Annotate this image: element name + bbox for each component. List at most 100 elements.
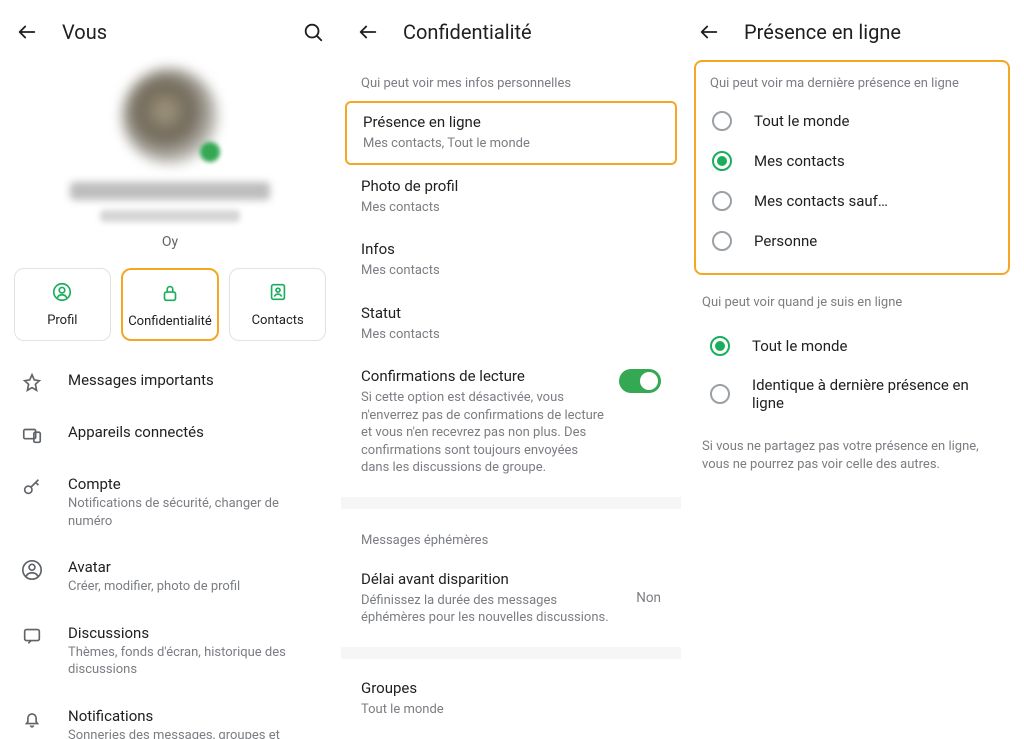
tab-label: Profil — [47, 313, 77, 328]
setting-sub: Mes contacts — [361, 199, 661, 217]
setting-title: Présence en ligne — [363, 113, 659, 131]
back-icon[interactable] — [357, 21, 379, 43]
radio-label: Identique à dernière présence en ligne — [752, 376, 994, 412]
app-bar-privacy: Confidentialité — [341, 0, 681, 60]
panel-privacy: Confidentialité Qui peut voir mes infos … — [341, 0, 682, 739]
setting-sub: Mes contacts, Tout le monde — [363, 135, 659, 153]
setting-status[interactable]: Statut Mes contacts — [341, 292, 681, 356]
radio-my-contacts-except[interactable]: Mes contacts sauf… — [702, 181, 1002, 221]
radio-label: Mes contacts — [754, 152, 845, 170]
setting-sub: Définissez la durée des messages éphémèr… — [361, 592, 624, 627]
chat-icon — [20, 624, 44, 648]
item-avatar[interactable]: Avatar Créer, modifier, photo de profil — [0, 544, 340, 610]
radio-nobody[interactable]: Personne — [702, 221, 1002, 261]
group-online-label: Qui peut voir quand je suis en ligne — [682, 291, 1022, 320]
page-title: Vous — [62, 20, 107, 44]
setting-sub: Mes contacts — [361, 326, 661, 344]
profile-desc — [100, 210, 240, 222]
profile-name — [70, 182, 270, 200]
avatar-icon — [20, 558, 44, 582]
item-title: Compte — [68, 475, 320, 493]
setting-disappearing-delay[interactable]: Délai avant disparition Définissez la du… — [341, 558, 681, 639]
toggle-read-receipts[interactable] — [619, 369, 661, 393]
separator — [341, 647, 681, 659]
section-ephemeral: Messages éphémères — [341, 517, 681, 558]
item-chats[interactable]: Discussions Thèmes, fonds d'écran, histo… — [0, 610, 340, 693]
back-icon[interactable] — [16, 21, 38, 43]
group-label: Qui peut voir ma dernière présence en li… — [702, 72, 1002, 101]
item-title: Notifications — [68, 707, 280, 725]
setting-sub: Mes contacts — [361, 262, 661, 280]
radio-icon — [710, 384, 730, 404]
setting-read-receipts[interactable]: Confirmations de lecture Si cette option… — [341, 355, 681, 489]
setting-sub: Tout le monde — [361, 701, 661, 719]
setting-sub: Si cette option est désactivée, vous n'e… — [361, 389, 607, 477]
panel-presence: Présence en ligne Qui peut voir ma derni… — [682, 0, 1023, 739]
radio-label: Personne — [754, 232, 817, 250]
group-last-seen: Qui peut voir ma dernière présence en li… — [694, 60, 1010, 275]
radio-online-same-as-last-seen[interactable]: Identique à dernière présence en ligne — [700, 366, 1004, 422]
setting-title: Photo de profil — [361, 177, 661, 195]
setting-title: Groupes — [361, 679, 661, 697]
item-sub: Thèmes, fonds d'écran, historique des di… — [68, 644, 320, 679]
page-title: Présence en ligne — [744, 20, 901, 44]
bell-icon — [20, 707, 44, 731]
app-bar-presence: Présence en ligne — [682, 0, 1022, 60]
setting-profile-photo[interactable]: Photo de profil Mes contacts — [341, 165, 681, 229]
lock-icon — [159, 282, 181, 304]
radio-my-contacts[interactable]: Mes contacts — [702, 141, 1002, 181]
group-online: Tout le monde Identique à dernière prése… — [694, 320, 1010, 428]
page-title: Confidentialité — [403, 20, 532, 44]
setting-infos[interactable]: Infos Mes contacts — [341, 228, 681, 292]
footnote: Si vous ne partagez pas votre présence e… — [682, 428, 1022, 484]
profile-tabs: Profil Confidentialité Contacts — [0, 262, 340, 357]
profile-status: Oy — [162, 234, 178, 250]
item-title: Discussions — [68, 624, 320, 642]
radio-icon — [712, 151, 732, 171]
radio-label: Tout le monde — [754, 112, 849, 130]
item-sub: Sonneries des messages, groupes et — [68, 727, 280, 739]
radio-icon — [712, 191, 732, 211]
radio-label: Tout le monde — [752, 337, 847, 355]
item-title: Messages importants — [68, 371, 214, 389]
setting-groups[interactable]: Groupes Tout le monde — [341, 667, 681, 731]
panel-you: Vous Oy Profil Confidentialité — [0, 0, 341, 739]
key-icon — [20, 475, 44, 499]
person-icon — [51, 281, 73, 303]
star-icon — [20, 371, 44, 395]
tab-profile[interactable]: Profil — [14, 268, 111, 341]
devices-icon — [20, 423, 44, 447]
back-icon[interactable] — [698, 21, 720, 43]
item-linked-devices[interactable]: Appareils connectés — [0, 409, 340, 461]
item-notifications[interactable]: Notifications Sonneries des messages, gr… — [0, 693, 340, 739]
online-badge-icon — [200, 142, 220, 162]
search-icon[interactable] — [302, 21, 324, 43]
section-personal-info: Qui peut voir mes infos personnelles — [341, 60, 681, 101]
separator — [341, 497, 681, 509]
tab-label: Confidentialité — [128, 314, 212, 329]
radio-icon — [712, 111, 732, 131]
setting-presence[interactable]: Présence en ligne Mes contacts, Tout le … — [345, 101, 677, 165]
contacts-icon — [267, 281, 289, 303]
item-starred-messages[interactable]: Messages importants — [0, 357, 340, 409]
setting-title: Délai avant disparition — [361, 570, 624, 588]
setting-title: Statut — [361, 304, 661, 322]
radio-online-everyone[interactable]: Tout le monde — [700, 326, 1004, 366]
tab-label: Contacts — [252, 313, 304, 328]
radio-icon — [712, 231, 732, 251]
item-title: Appareils connectés — [68, 423, 204, 441]
item-sub: Notifications de sécurité, changer de nu… — [68, 495, 320, 530]
item-account[interactable]: Compte Notifications de sécurité, change… — [0, 461, 340, 544]
tab-privacy[interactable]: Confidentialité — [121, 268, 220, 341]
radio-everyone[interactable]: Tout le monde — [702, 101, 1002, 141]
setting-live-location[interactable]: Localisation en direct Aucune — [341, 731, 681, 739]
tab-contacts[interactable]: Contacts — [229, 268, 326, 341]
settings-list: Messages importants Appareils connectés … — [0, 357, 340, 739]
radio-label: Mes contacts sauf… — [754, 192, 888, 210]
item-title: Avatar — [68, 558, 240, 576]
radio-icon — [710, 336, 730, 356]
setting-title: Infos — [361, 240, 661, 258]
setting-value: Non — [636, 590, 661, 606]
setting-title: Confirmations de lecture — [361, 367, 607, 385]
profile-header[interactable]: Oy — [0, 60, 340, 262]
